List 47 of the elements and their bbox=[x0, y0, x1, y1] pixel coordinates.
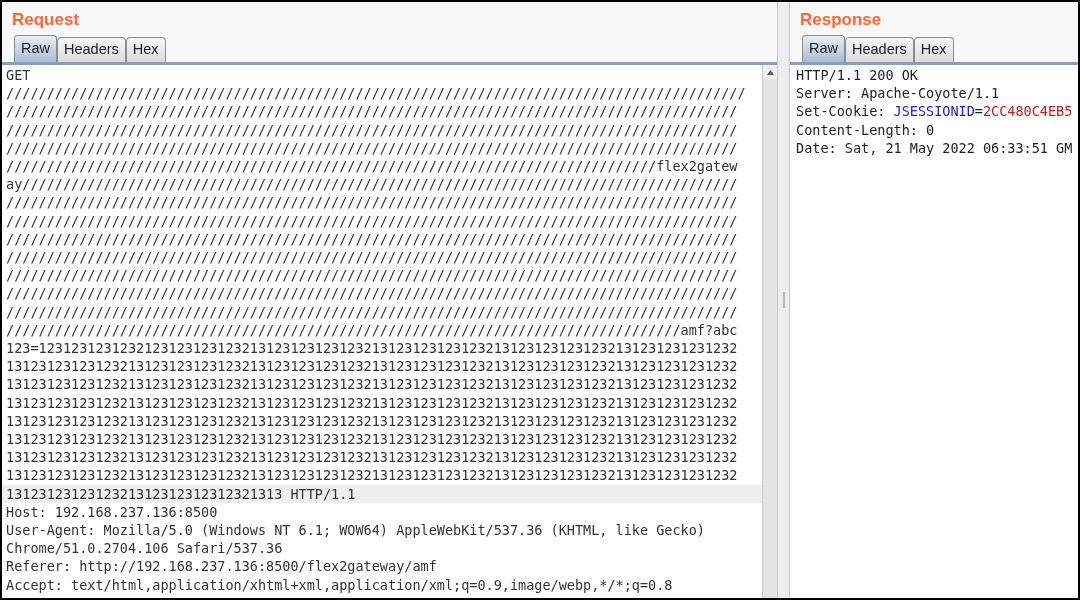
code-line: 131231231231232131231231231232131231231231232131231231231232131231231231232131231231231232 bbox=[5, 448, 739, 467]
code-line: 131231231231232131231231231232131231231231232131231231231232131231231231232131231231231232 bbox=[5, 375, 739, 394]
cookie-value: 2CC480C4EB5 bbox=[982, 102, 1073, 121]
code-line: GET bbox=[5, 66, 32, 85]
code-line: 123=12312312312321231231231232131231231231232131231231231232131231231231232131231231231232 bbox=[5, 339, 739, 358]
cookie-name: JSESSIONID bbox=[893, 102, 975, 121]
scrollbar[interactable] bbox=[762, 65, 777, 598]
code-line: ////////////////////////////////////////////////////////////////////////////////////////// bbox=[5, 266, 739, 285]
code-text: Date: Sat, 21 May 2022 06:33:51 GM bbox=[796, 138, 1073, 157]
code-line: ////////////////////////////////////////////////////////////////////////////////flex2gatew bbox=[5, 157, 739, 176]
code-line: ////////////////////////////////////////////////////////////////////////////////////////// bbox=[5, 248, 739, 267]
pane-title: Response bbox=[799, 9, 883, 31]
tab[interactable]: Raw bbox=[14, 35, 57, 62]
code-line: Accept: text/html,application/xhtml+xml,application/xml;q=0.9,image/webp,*/*;q=0.8 bbox=[5, 575, 674, 594]
code-line: ////////////////////////////////////////////////////////////////////////////////////////// bbox=[5, 284, 739, 303]
code-text: = bbox=[974, 102, 983, 121]
tab[interactable]: Raw bbox=[802, 35, 845, 62]
up-arrow-icon[interactable] bbox=[766, 69, 774, 75]
code-line: 131231231231232131231231231232131231231231232131231231231232131231231231232131231231231232 bbox=[5, 393, 739, 412]
tab[interactable]: Headers bbox=[845, 37, 914, 62]
code-line: 131231231231232131231231231232131231231231232131231231231232131231231231232131231231231232 bbox=[5, 357, 739, 376]
code-line: Referer: http://192.168.237.136:8500/flex2gateway/amf bbox=[5, 557, 438, 576]
code-line: ////////////////////////////////////////////////////////////////////////////////////////// bbox=[5, 229, 739, 249]
code-line: User-Agent: Mozilla/5.0 (Windows NT 6.1; WOW64) AppleWebKit/537.36 (KHTML, like Gecko) bbox=[5, 521, 706, 540]
code-line: ////////////////////////////////////////////////////////////////////////////////////////// bbox=[5, 211, 739, 230]
code-line: Chrome/51.0.2704.106 Safari/537.36 bbox=[5, 539, 284, 558]
code-text: Server: Apache-Coyote/1.1 bbox=[796, 84, 1000, 103]
tab[interactable]: Headers bbox=[57, 37, 126, 62]
code-line: ///////////////////////////////////////////////////////////////////////////////////amf?abc bbox=[5, 320, 739, 340]
code-line: 131231231231232131231231231232131231231231232131231231231232131231231231232131231231231232 bbox=[5, 466, 739, 485]
code-line: Host: 192.168.237.136:8500 bbox=[5, 502, 219, 522]
code-line: ////////////////////////////////////////////////////////////////////////////////////////// bbox=[5, 302, 739, 321]
code-line: 131231231231232131231231231232131231231231232131231231231232131231231231232131231231231232 bbox=[5, 411, 739, 431]
code-line: ////////////////////////////////////////////////////////////////////////////////////////// bbox=[5, 193, 739, 212]
tab[interactable]: Hex bbox=[913, 37, 954, 62]
tab[interactable]: Hex bbox=[125, 37, 166, 62]
code-line: /////////////////////////////////////////////////////////////////////////////////////////// bbox=[5, 84, 747, 103]
code-text: Set-Cookie: bbox=[796, 102, 887, 121]
code-line: ////////////////////////////////////////////////////////////////////////////////////////// bbox=[5, 102, 739, 121]
code-text: Content-Length: 0 bbox=[796, 120, 935, 139]
pane-title: Request bbox=[11, 9, 81, 31]
splitter-handle[interactable] bbox=[778, 2, 790, 598]
code-line: ////////////////////////////////////////////////////////////////////////////////////////// bbox=[5, 120, 739, 139]
code-text: HTTP/1.1 200 OK bbox=[796, 66, 918, 85]
code-line: 131231231231232131231231231232131231231231232131231231231232131231231231232131231231231232 bbox=[5, 430, 739, 449]
code-line: ay//////////////////////////////////////////////////////////////////////////////////////// bbox=[5, 175, 739, 194]
code-line: ////////////////////////////////////////////////////////////////////////////////////////// bbox=[5, 138, 739, 157]
